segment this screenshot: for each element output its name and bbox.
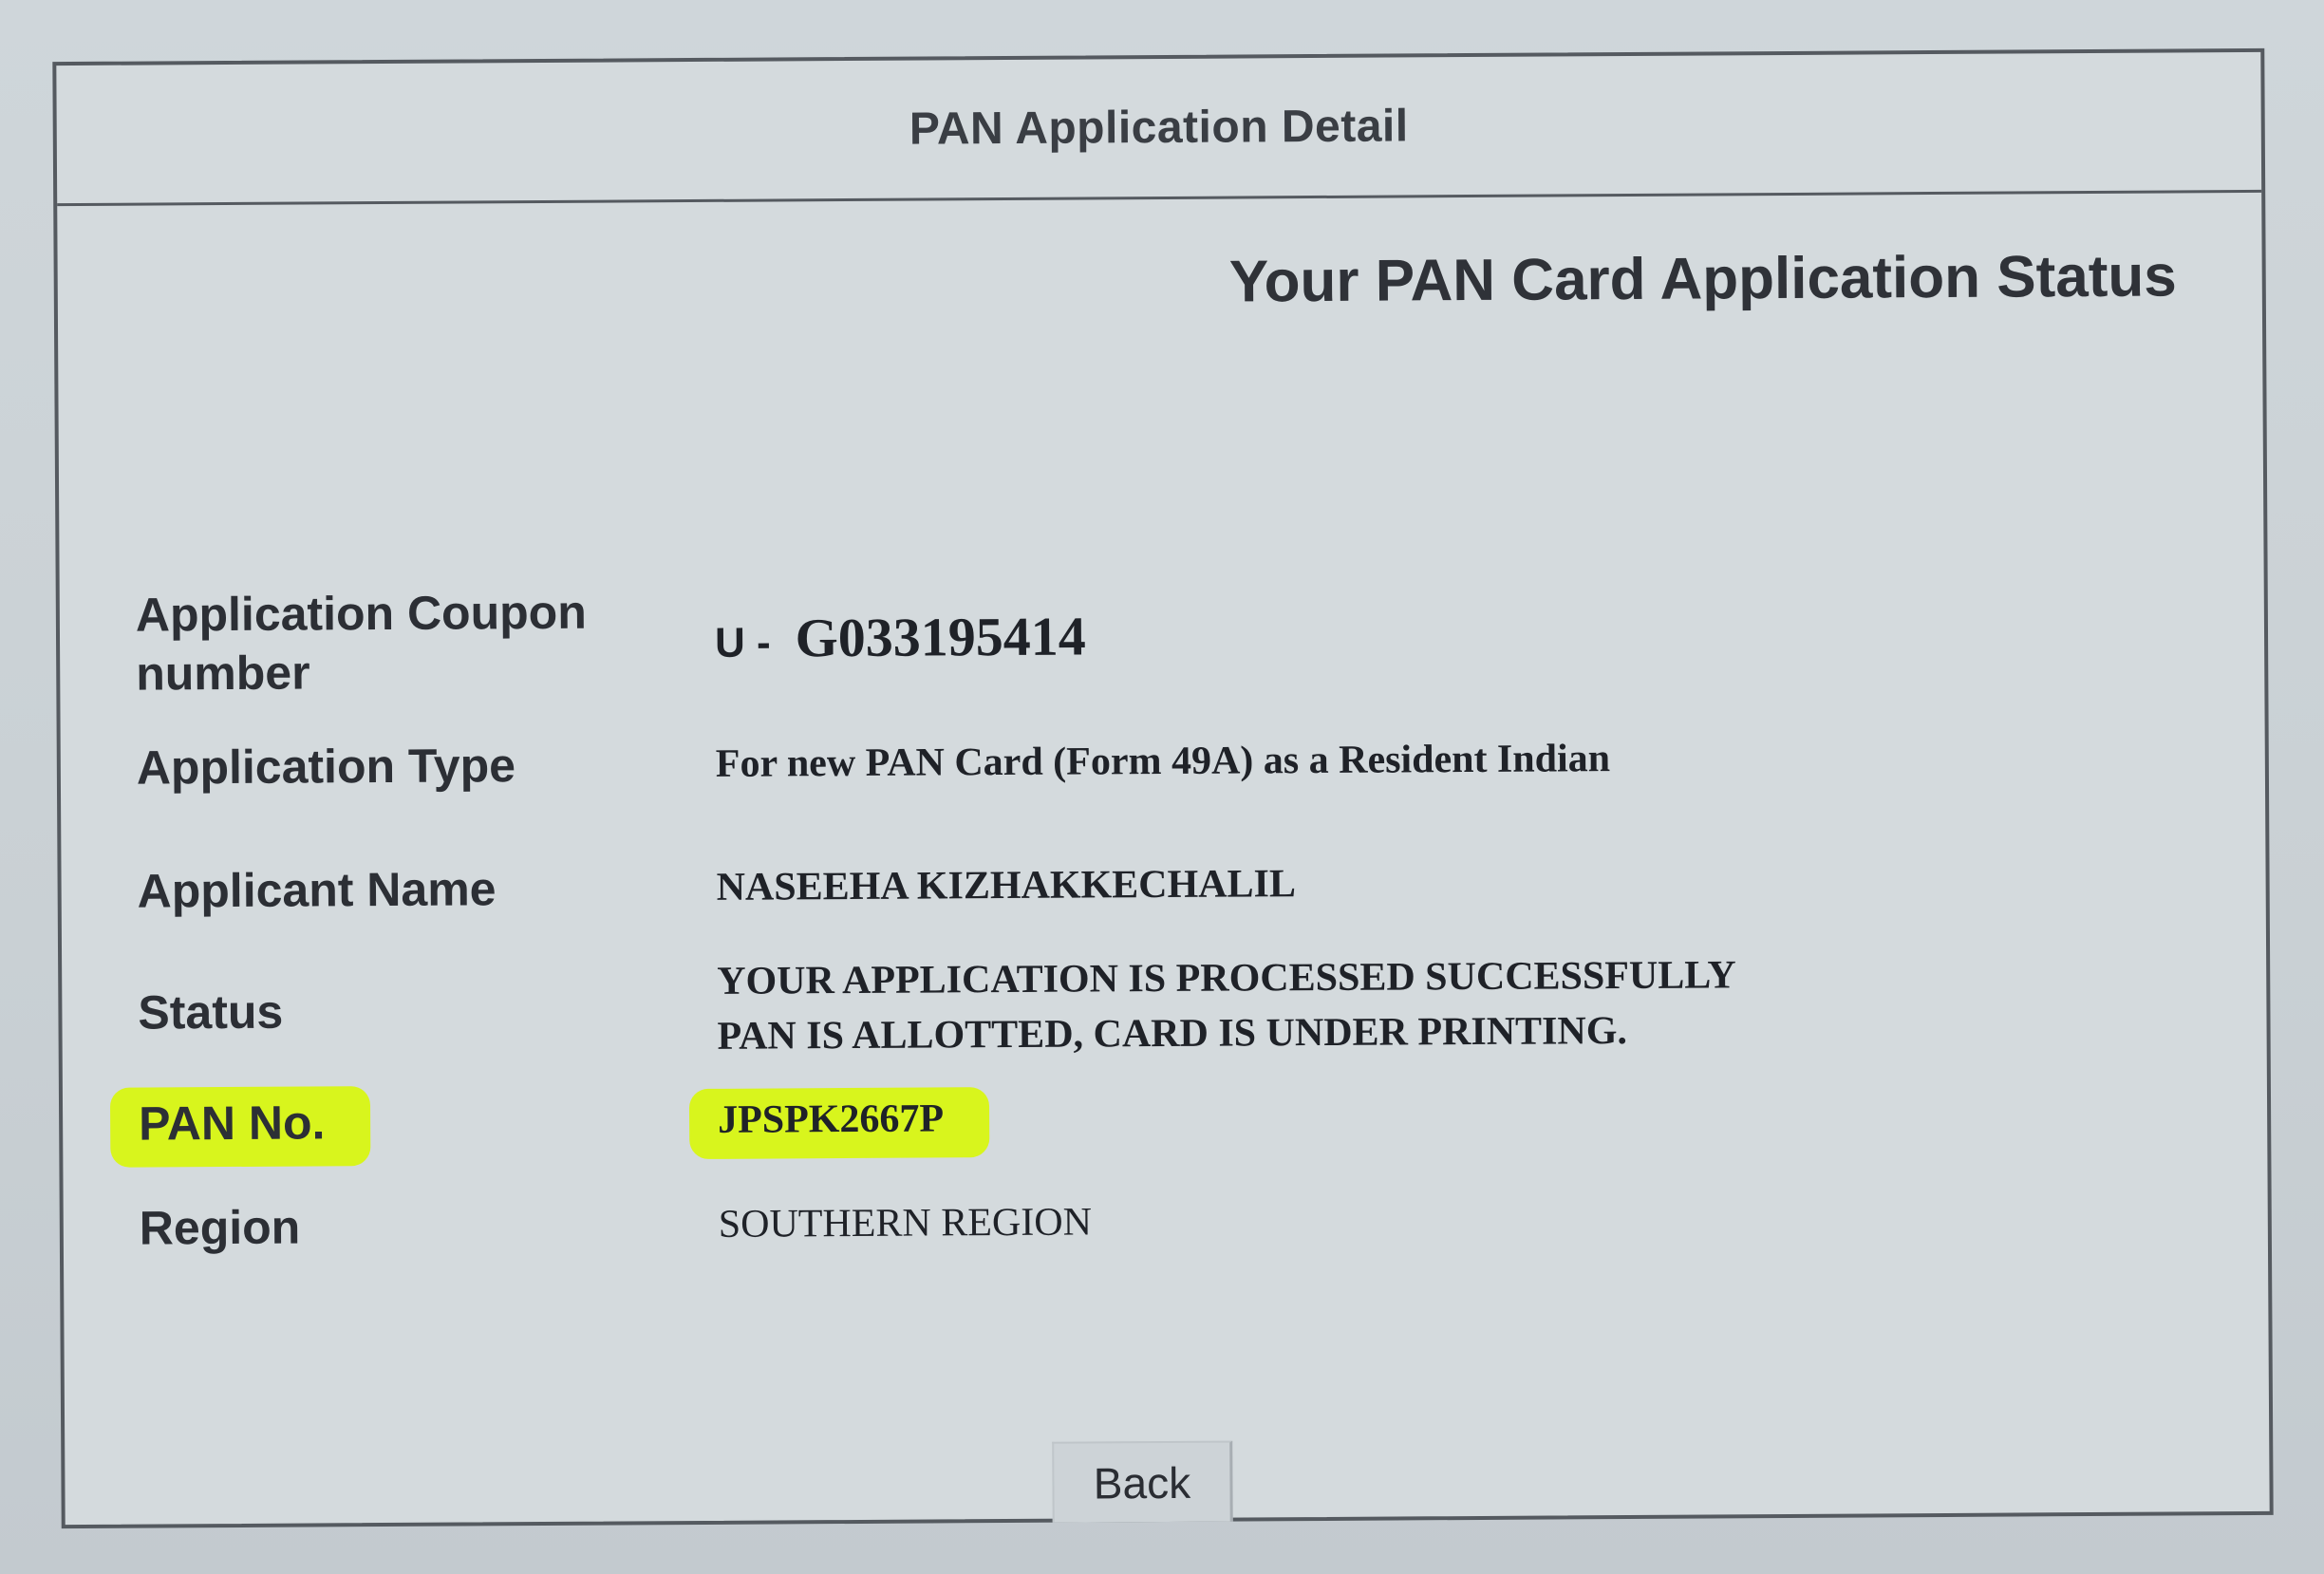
- details-list: Application Coupon number U - G033195414 …: [109, 566, 2134, 1276]
- label-applicant-name: Applicant Name: [137, 862, 497, 918]
- value-status: YOUR APPLICATION IS PROCESSED SUCCESSFUL…: [717, 947, 1736, 1064]
- label-application-type: Application Type: [136, 739, 516, 795]
- row-status: Status YOUR APPLICATION IS PROCESSED SUC…: [138, 946, 2132, 1067]
- value-coupon: U - G033195414: [714, 605, 1086, 670]
- value-region: SOUTHERN REGION: [718, 1200, 1093, 1246]
- row-application-type: Application Type For new PAN Card (Form …: [136, 699, 2130, 825]
- back-button[interactable]: Back: [1052, 1440, 1233, 1523]
- coupon-prefix: U -: [714, 619, 771, 666]
- label-status: Status: [138, 984, 284, 1040]
- application-detail-panel: PAN Application Detail Your PAN Card App…: [52, 47, 2274, 1529]
- value-pan-number: JPSPK2667P: [688, 1087, 990, 1160]
- label-region: Region: [139, 1200, 301, 1255]
- back-button-wrap: Back: [1052, 1440, 1233, 1523]
- panel-title: PAN Application Detail: [909, 101, 1409, 155]
- label-pan-number: PAN No.: [109, 1086, 718, 1168]
- status-line-1: YOUR APPLICATION IS PROCESSED SUCCESSFUL…: [717, 952, 1736, 1003]
- status-heading: Your PAN Card Application Status: [1228, 243, 2177, 315]
- row-pan-number: PAN No. JPSPK2667P: [109, 1055, 2133, 1181]
- row-coupon: Application Coupon number U - G033195414: [136, 566, 2130, 711]
- label-coupon: Application Coupon number: [135, 585, 587, 701]
- row-region: Region SOUTHERN REGION: [140, 1169, 2134, 1276]
- row-applicant-name: Applicant Name NASEEHA KIZHAKKECHALIL: [137, 813, 2131, 958]
- pan-label-highlight: PAN No.: [109, 1086, 371, 1168]
- panel-header: PAN Application Detail: [56, 51, 2262, 207]
- status-line-2: PAN IS ALLOTTED, CARD IS UNDER PRINTING.: [717, 1008, 1628, 1059]
- pan-number-highlight: JPSPK2667P: [688, 1087, 990, 1160]
- value-application-type: For new PAN Card (Form 49A) as a Residen…: [715, 737, 1611, 786]
- value-applicant-name: NASEEHA KIZHAKKECHALIL: [716, 862, 1297, 909]
- coupon-number: G033195414: [795, 604, 1086, 668]
